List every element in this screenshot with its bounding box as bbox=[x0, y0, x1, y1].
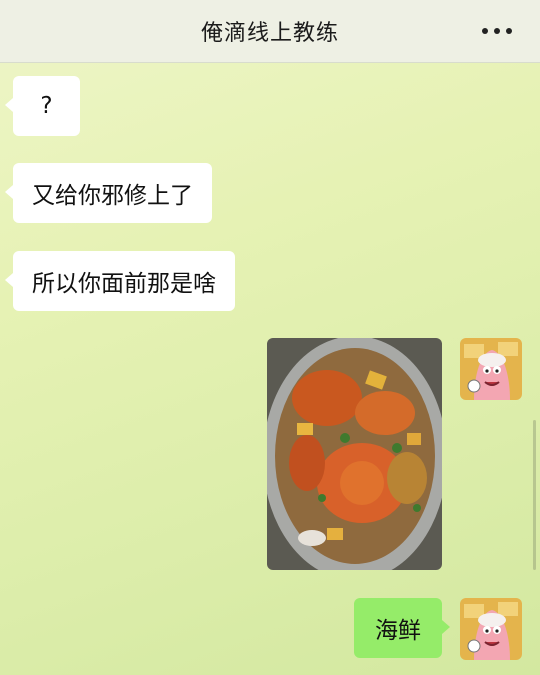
message-bubble-received[interactable]: ? bbox=[5, 76, 80, 136]
message-bubble-received[interactable]: 所以你面前那是啥 bbox=[5, 251, 235, 311]
message-bubble-received[interactable]: 又给你邪修上了 bbox=[5, 163, 212, 223]
scrollbar[interactable] bbox=[533, 420, 536, 570]
message-text: ? bbox=[40, 93, 53, 119]
more-dots-icon[interactable] bbox=[482, 20, 512, 42]
message-bubble-sent[interactable]: 海鲜 bbox=[354, 598, 450, 658]
message-text: 海鲜 bbox=[375, 618, 421, 644]
chat-header: 俺滴线上教练 bbox=[0, 0, 540, 63]
dot bbox=[506, 28, 512, 34]
user-avatar[interactable] bbox=[460, 598, 522, 660]
message-text: 又给你邪修上了 bbox=[32, 183, 193, 209]
dot bbox=[494, 28, 500, 34]
sent-photo-seafood[interactable] bbox=[267, 338, 442, 570]
user-avatar[interactable] bbox=[460, 338, 522, 400]
message-text: 所以你面前那是啥 bbox=[32, 271, 216, 297]
dot bbox=[482, 28, 488, 34]
chat-title: 俺滴线上教练 bbox=[200, 21, 339, 46]
